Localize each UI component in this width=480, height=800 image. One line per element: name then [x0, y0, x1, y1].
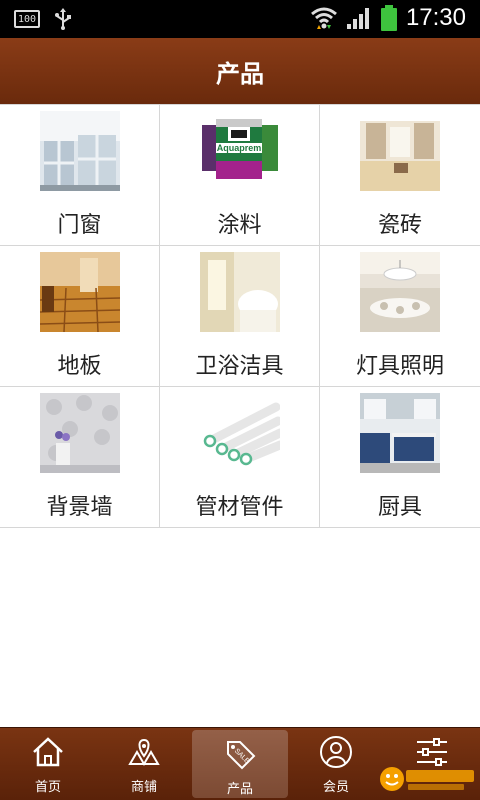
chandelier-photo [360, 252, 440, 332]
page-title: 产品 [216, 59, 264, 88]
watermark-logo [380, 767, 474, 791]
tile-room-photo [360, 111, 440, 191]
product-item-kitchen[interactable]: 厨具 [320, 387, 480, 528]
product-label: 灯具照明 [355, 354, 444, 379]
tab-shops[interactable]: 商铺 [96, 728, 192, 800]
tab-label: 首页 [34, 780, 61, 795]
product-label: 卫浴洁具 [195, 354, 284, 379]
battery-icon [380, 5, 397, 31]
product-label: 涂料 [217, 213, 262, 238]
tab-products[interactable]: SALE 产品 [192, 730, 288, 798]
status-bar: 100 17:30 [0, 0, 480, 38]
tab-member[interactable]: 会员 [288, 728, 384, 800]
kitchen-photo [360, 393, 440, 473]
wood-floor-photo [39, 252, 120, 332]
usb-icon [55, 8, 71, 30]
sale-tag-icon: SALE [227, 741, 256, 770]
battery-level-text: 100 [17, 13, 37, 25]
product-label: 管材管件 [195, 495, 284, 520]
product-item-doors-windows[interactable]: 门窗 [0, 105, 160, 246]
paint-cans-photo: Aquaprem [199, 111, 280, 191]
home-icon [33, 737, 63, 767]
wifi-icon [310, 7, 337, 29]
user-icon [320, 736, 352, 768]
title-bar: 产品 [0, 38, 480, 104]
clock: 17:30 [405, 4, 466, 31]
battery-saver-icon: 100 [14, 10, 40, 28]
product-item-paint[interactable]: Aquaprem 涂料 [160, 105, 320, 246]
map-pin-icon [128, 738, 160, 766]
product-item-pipes[interactable]: 管材管件 [160, 387, 320, 528]
paint-brand-text: Aquaprem [216, 143, 261, 153]
wallpaper-photo [39, 393, 120, 473]
tab-label: 会员 [322, 780, 349, 795]
product-label: 门窗 [57, 213, 102, 238]
product-label: 地板 [57, 354, 102, 379]
windows-doors-photo [39, 111, 120, 191]
tab-label: 商铺 [130, 780, 157, 795]
tab-home[interactable]: 首页 [0, 728, 96, 800]
product-grid: 门窗 Aquaprem 涂料 瓷砖 地板 卫浴洁具 灯具照明 背景墙 管材管件 … [0, 104, 480, 528]
pipes-photo [199, 393, 280, 473]
product-item-bathroom[interactable]: 卫浴洁具 [160, 246, 320, 387]
bathroom-photo [199, 252, 280, 332]
signal-icon [346, 8, 369, 29]
product-label: 瓷砖 [377, 213, 422, 238]
product-item-feature-wall[interactable]: 背景墙 [0, 387, 160, 528]
product-label: 厨具 [377, 495, 422, 520]
product-label: 背景墙 [46, 495, 113, 520]
product-item-flooring[interactable]: 地板 [0, 246, 160, 387]
tab-label: 产品 [226, 782, 253, 797]
product-item-lighting[interactable]: 灯具照明 [320, 246, 480, 387]
product-item-tiles[interactable]: 瓷砖 [320, 105, 480, 246]
